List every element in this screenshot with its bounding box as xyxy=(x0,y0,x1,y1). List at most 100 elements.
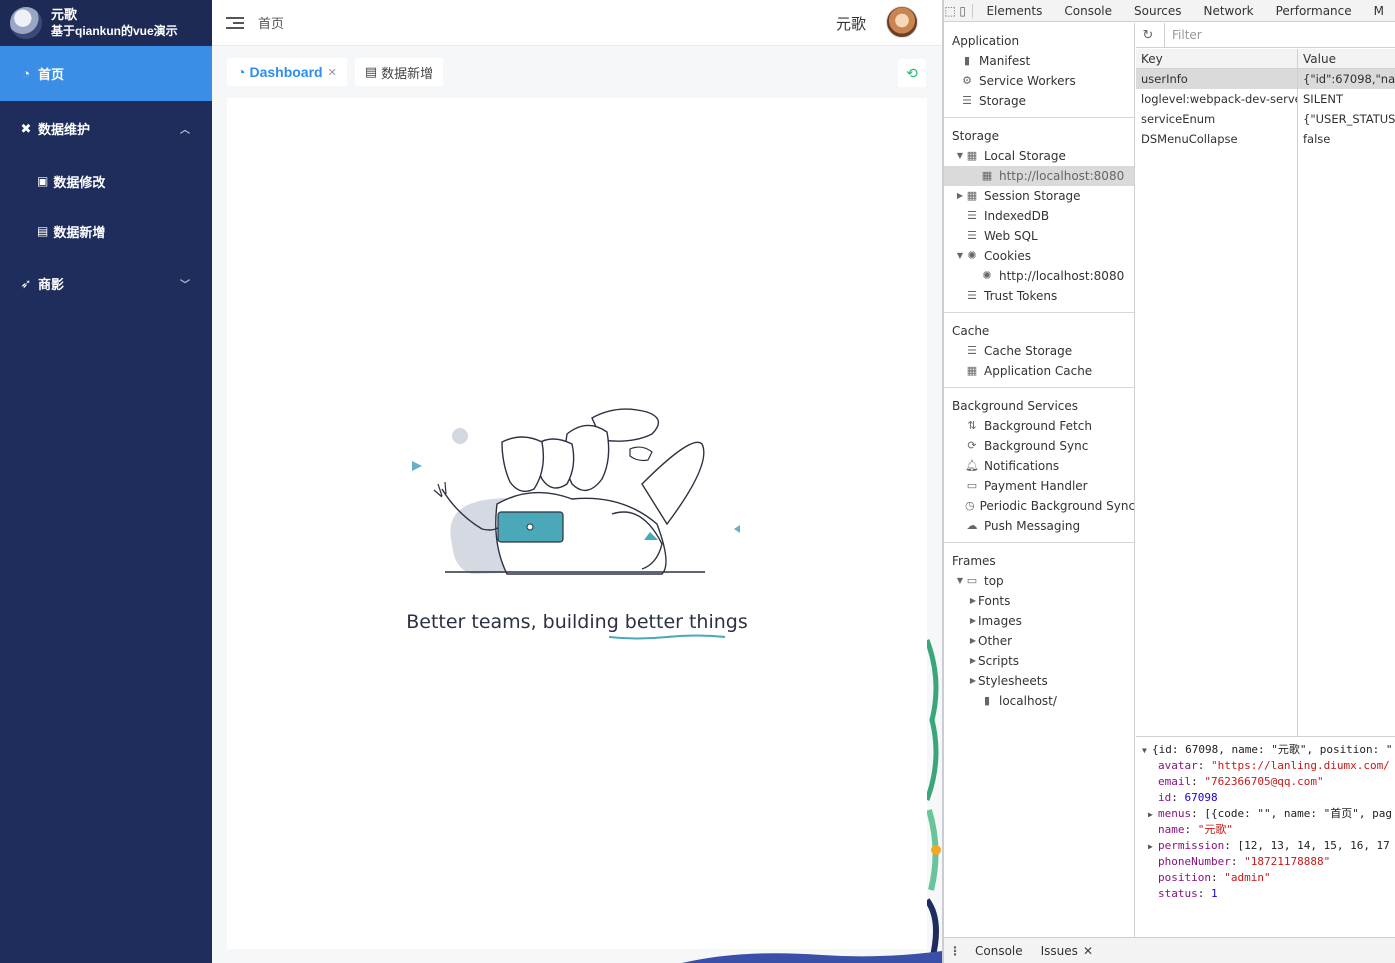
refresh-icon[interactable]: ⟲ xyxy=(898,59,926,87)
tree-item-notifications[interactable]: 🔔︎ Notifications xyxy=(944,456,1134,476)
file-icon: ▮ xyxy=(963,54,971,67)
edit-doc-icon: ▣ xyxy=(37,174,49,188)
devtools-tab-elements[interactable]: Elements xyxy=(975,0,1053,21)
file-icon: ▮ xyxy=(983,694,991,707)
tree-item-background-sync[interactable]: ⟳ Background Sync xyxy=(944,436,1134,456)
tree-item-cache-storage[interactable]: ☰ Cache Storage xyxy=(944,341,1134,361)
tree-item-cookie-origin[interactable]: ✺ http://localhost:8080 xyxy=(944,266,1134,286)
table-row[interactable]: userInfo {"id":67098,"name xyxy=(1136,69,1395,89)
table-row[interactable]: DSMenuCollapse false xyxy=(1136,129,1395,149)
preview-line[interactable]: ▼ {id: 67098, name: "元歌", position: " xyxy=(1142,742,1395,758)
dashboard-icon: ◔ xyxy=(237,64,246,80)
sidebar-item-shangying[interactable]: ➶ 商影 ﹀ xyxy=(0,256,212,311)
inspect-element-icon[interactable]: ⬚ xyxy=(944,0,956,21)
cloud-icon: ☁ xyxy=(966,519,978,532)
device-toggle-icon[interactable]: ▯ xyxy=(956,0,968,21)
collapse-arrow-icon[interactable]: ▶ xyxy=(968,631,978,651)
sidebar-item-label: 商影 xyxy=(38,277,65,292)
tree-item-service-workers[interactable]: ⚙ Service Workers xyxy=(944,71,1134,91)
devtools-tab-more[interactable]: M xyxy=(1363,0,1395,21)
table-row[interactable]: loglevel:webpack-dev-server SILENT xyxy=(1136,89,1395,109)
grid-icon: ▦ xyxy=(966,364,978,377)
tree-item-local-origin[interactable]: ▦ http://localhost:8080 xyxy=(944,166,1134,186)
tree-item-cookies[interactable]: ▼ ✺ Cookies xyxy=(944,246,1134,266)
section-title: Cache xyxy=(952,324,990,338)
preview-line: id: 67098 xyxy=(1158,791,1218,804)
tree-item-websql[interactable]: ☰ Web SQL xyxy=(944,226,1134,246)
devtools-tab-network[interactable]: Network xyxy=(1192,0,1264,21)
section-cache: Cache ☰ Cache Storage ▦ Application Cache xyxy=(944,321,1134,388)
section-application: Application ▮ Manifest ⚙ Service Workers ☰… xyxy=(944,31,1134,118)
rocket-icon: ➶ xyxy=(20,275,32,291)
avatar[interactable] xyxy=(886,6,918,38)
devtools-toolbar: ⬚ ▯ Elements Console Sources Network Per… xyxy=(944,0,1395,22)
sidebar-item-data-edit[interactable]: ▣ 数据修改 xyxy=(0,156,212,206)
filter-input[interactable]: Filter xyxy=(1164,22,1395,48)
tree-item-session-storage[interactable]: ▶ ▦ Session Storage xyxy=(944,186,1134,206)
sidebar-item-label: 数据修改 xyxy=(53,174,106,190)
tree-item-push-messaging[interactable]: ☁ Push Messaging xyxy=(944,516,1134,536)
expand-arrow-icon[interactable]: ▼ xyxy=(955,571,965,591)
tree-item-storage[interactable]: ☰ Storage xyxy=(944,91,1134,111)
tree-item-scripts[interactable]: ▶ Scripts xyxy=(944,651,1134,671)
tab-data-add[interactable]: ▤ 数据新增 xyxy=(354,58,444,86)
sidebar-item-data-maintenance[interactable]: ✖ 数据维护 ︿ xyxy=(0,101,212,156)
tree-item-payment-handler[interactable]: ▭ Payment Handler xyxy=(944,476,1134,496)
more-vertical-icon[interactable]: ⋮ xyxy=(944,944,966,958)
devtools-tab-sources[interactable]: Sources xyxy=(1123,0,1192,21)
collapse-arrow-icon[interactable]: ▶ xyxy=(968,651,978,671)
close-icon[interactable]: ✕ xyxy=(1083,944,1093,958)
tab-dashboard[interactable]: ◔ Dashboard ✕ xyxy=(227,58,347,86)
storage-table: Key Value userInfo {"id":67098,"name log… xyxy=(1136,49,1395,737)
preview-line[interactable]: ▶ permission: [12, 13, 14, 15, 16, 17 xyxy=(1142,838,1395,854)
tree-item-local-storage[interactable]: ▼ ▦ Local Storage xyxy=(944,146,1134,166)
collapse-arrow-icon[interactable]: ▶ xyxy=(968,611,978,631)
window-icon: ▭ xyxy=(966,574,978,587)
tree-item-other[interactable]: ▶ Other xyxy=(944,631,1134,651)
expand-arrow-icon[interactable]: ▼ xyxy=(955,146,965,166)
brand-subtitle: 基于qiankun的vue演示 xyxy=(51,24,178,38)
collapse-arrow-icon: ▶ xyxy=(1148,842,1153,851)
expand-arrow-icon[interactable]: ▼ xyxy=(955,246,965,266)
column-header-value[interactable]: Value xyxy=(1297,49,1395,69)
collapse-arrow-icon[interactable]: ▶ xyxy=(968,591,978,611)
menu-toggle-icon[interactable] xyxy=(226,16,244,29)
storage-view: ↻ Filter Key Value userInfo {"id":67098,… xyxy=(1136,22,1395,937)
section-title: Frames xyxy=(952,554,996,568)
user-name[interactable]: 元歌 xyxy=(836,13,866,34)
tree-item-fonts[interactable]: ▶ Fonts xyxy=(944,591,1134,611)
column-header-key[interactable]: Key xyxy=(1136,49,1297,69)
tree-item-document[interactable]: ▮ localhost/ xyxy=(944,691,1134,711)
tree-item-manifest[interactable]: ▮ Manifest xyxy=(944,51,1134,71)
add-doc-icon: ▤ xyxy=(37,224,49,238)
slogan-underline xyxy=(608,634,726,640)
row-key: serviceEnum xyxy=(1141,112,1216,126)
tree-item-application-cache[interactable]: ▦ Application Cache xyxy=(944,361,1134,381)
app-root: 元歌 基于qiankun的vue演示 ◔ 首页 ✖ 数据维护 ︿ ▣ 数据修改 … xyxy=(0,0,1395,963)
table-row[interactable]: serviceEnum {"USER_STATUS":{ xyxy=(1136,109,1395,129)
devtools-tab-performance[interactable]: Performance xyxy=(1265,0,1363,21)
sidebar-item-home[interactable]: ◔ 首页 xyxy=(0,46,212,101)
close-icon[interactable]: ✕ xyxy=(328,66,337,79)
sidebar-item-data-add[interactable]: ▤ 数据新增 xyxy=(0,206,212,256)
tree-item-frame-top[interactable]: ▼ ▭ top xyxy=(944,571,1134,591)
breadcrumb[interactable]: 首页 xyxy=(258,13,284,32)
tree-item-background-fetch[interactable]: ⇅ Background Fetch xyxy=(944,416,1134,436)
collapse-arrow-icon[interactable]: ▶ xyxy=(955,186,965,206)
section-background-services: Background Services ⇅ Background Fetch ⟳ B… xyxy=(944,396,1134,543)
tree-item-trust-tokens[interactable]: ☰ Trust Tokens xyxy=(944,286,1134,306)
table-header: Key Value xyxy=(1136,49,1395,69)
grid-icon: ▦ xyxy=(981,169,993,182)
tree-item-periodic-background-sync[interactable]: ◷ Periodic Background Sync xyxy=(944,496,1134,516)
chevron-up-icon: ︿ xyxy=(180,125,190,136)
devtools-tab-console[interactable]: Console xyxy=(1053,0,1123,21)
tree-item-indexeddb[interactable]: ☰ IndexedDB xyxy=(944,206,1134,226)
section-title: Storage xyxy=(952,129,999,143)
drawer-tab-console[interactable]: Console xyxy=(966,944,1032,958)
collapse-arrow-icon[interactable]: ▶ xyxy=(968,671,978,691)
preview-line[interactable]: ▶ menus: [{code: "", name: "首页", pag xyxy=(1142,806,1395,822)
tree-item-images[interactable]: ▶ Images xyxy=(944,611,1134,631)
tree-item-stylesheets[interactable]: ▶ Stylesheets xyxy=(944,671,1134,691)
drawer-tab-issues[interactable]: Issues ✕ xyxy=(1032,944,1102,958)
reload-icon[interactable]: ↻ xyxy=(1136,28,1160,43)
